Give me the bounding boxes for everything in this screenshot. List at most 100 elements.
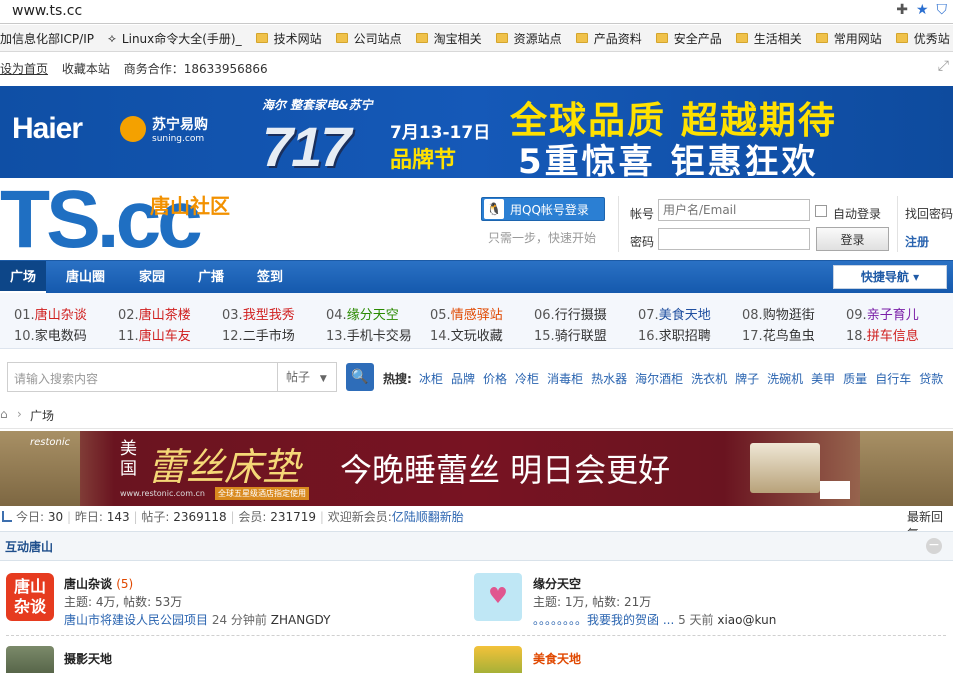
nav-item-home[interactable]: 家园 bbox=[139, 261, 165, 294]
hot-search-link[interactable]: 美甲 bbox=[811, 372, 835, 386]
hot-search-link[interactable]: 自行车 bbox=[875, 372, 911, 386]
tangshan-zatan-icon[interactable]: 唐山 杂谈 bbox=[6, 573, 54, 621]
search-icon: 🔍 bbox=[351, 369, 369, 385]
forum-grid-item[interactable]: 02.唐山茶楼 bbox=[118, 304, 191, 323]
hot-search-link[interactable]: 牌子 bbox=[735, 372, 759, 386]
forum-grid-item[interactable]: 17.花鸟鱼虫 bbox=[742, 325, 815, 344]
forum-name[interactable]: 摄影天地 bbox=[64, 650, 112, 667]
search-button[interactable]: 🔍 bbox=[346, 363, 374, 391]
forum-grid-item[interactable]: 05.情感驿站 bbox=[430, 304, 503, 323]
hot-search-link[interactable]: 冰柜 bbox=[419, 372, 443, 386]
folder-icon bbox=[815, 33, 828, 43]
bookmark-site-link[interactable]: 收藏本站 bbox=[62, 62, 110, 76]
food-icon[interactable] bbox=[474, 646, 522, 673]
set-home-link[interactable]: 设为首页 bbox=[0, 62, 48, 76]
hot-search-link[interactable]: 品牌 bbox=[451, 372, 475, 386]
restonic-brand: restonic bbox=[30, 437, 71, 448]
forum-grid-item[interactable]: 04.缘分天空 bbox=[326, 304, 399, 323]
last-post-user[interactable]: ZHANGDY bbox=[271, 613, 331, 627]
bookmark-folder[interactable]: 资源站点 bbox=[495, 30, 562, 47]
forum-grid-item[interactable]: 15.骑行联盟 bbox=[534, 325, 607, 344]
bookmark-folder[interactable]: 生活相关 bbox=[735, 30, 802, 47]
hot-search-link[interactable]: 质量 bbox=[843, 372, 867, 386]
forum-grid-item[interactable]: 06.行行摄摄 bbox=[534, 304, 607, 323]
hot-search-link[interactable]: 价格 bbox=[483, 372, 507, 386]
forum-grid-item[interactable]: 10.家电数码 bbox=[14, 325, 87, 344]
last-post-title[interactable]: 唐山市将建设人民公园项目 bbox=[64, 613, 208, 627]
restonic-us: 美国 bbox=[120, 439, 137, 479]
nav-item-square[interactable]: 广场 bbox=[0, 261, 46, 294]
search-placeholder: 请输入搜索内容 bbox=[14, 372, 99, 386]
section-title[interactable]: 互动唐山 bbox=[5, 538, 53, 555]
forum-grid-item[interactable]: 01.唐山杂谈 bbox=[14, 304, 87, 323]
hot-search-link[interactable]: 洗碗机 bbox=[767, 372, 803, 386]
bookmark-folder[interactable]: 常用网站 bbox=[815, 30, 882, 47]
forum-stats: 今日: 30 | 昨日: 143 | 帖子: 2369118 | 会员: 231… bbox=[16, 510, 464, 524]
search-type-select[interactable]: 帖子 ▼ bbox=[277, 362, 337, 392]
nav-item-broadcast[interactable]: 广播 bbox=[198, 261, 224, 294]
forum-grid-item[interactable]: 07.美食天地 bbox=[638, 304, 711, 323]
bookmark-folder[interactable]: 公司站点 bbox=[335, 30, 402, 47]
home-icon[interactable]: ⌂ bbox=[0, 407, 8, 421]
forum-name[interactable]: 美食天地 bbox=[533, 650, 581, 667]
last-post-title[interactable]: 。。。。。。。。我要我的贺函 ... bbox=[533, 613, 674, 627]
forum-grid-item[interactable]: 12.二手市场 bbox=[222, 325, 295, 344]
forum-grid-item[interactable]: 13.手机卡交易 bbox=[326, 325, 412, 344]
quick-nav-dropdown[interactable]: 快捷导航 ▾ bbox=[833, 265, 947, 289]
bookmark-folder[interactable]: 安全产品 bbox=[655, 30, 722, 47]
fullscreen-icon[interactable]: ⤢ bbox=[938, 58, 949, 74]
newest-member-link[interactable]: 亿陆顺翻新胎 bbox=[392, 510, 464, 524]
auto-login-checkbox[interactable] bbox=[815, 205, 827, 217]
qq-login-button[interactable]: 🐧 用QQ帐号登录 bbox=[481, 197, 605, 221]
collapse-icon[interactable]: − bbox=[926, 538, 942, 554]
stat-members: 231719 bbox=[270, 510, 317, 524]
register-link[interactable]: 注册 bbox=[905, 233, 929, 250]
promo-headline-2: 5重惊喜 钜惠狂欢 bbox=[518, 142, 819, 178]
url-text[interactable]: www.ts.cc bbox=[12, 3, 82, 19]
love-heart-icon[interactable]: ♥ bbox=[474, 573, 522, 621]
forum-name[interactable]: 唐山杂谈 (5) bbox=[64, 575, 133, 592]
hot-search-link[interactable]: 洗衣机 bbox=[691, 372, 727, 386]
hot-search-link[interactable]: 海尔酒柜 bbox=[635, 372, 683, 386]
restonic-banner-ad[interactable]: restonic 美国 蕾丝床垫 www.restonic.com.cn 全球五… bbox=[0, 431, 953, 506]
haier-banner-ad[interactable]: Haier 苏宁易购 suning.com 海尔 整套家电&苏宁 717 7月13… bbox=[0, 86, 953, 178]
breadcrumb-current[interactable]: 广场 bbox=[30, 407, 54, 424]
forum-grid-item[interactable]: 09.亲子育儿 bbox=[846, 304, 919, 323]
password-input[interactable] bbox=[658, 228, 810, 250]
forum-grid-item[interactable]: 03.我型我秀 bbox=[222, 304, 295, 323]
photographer-icon[interactable] bbox=[6, 646, 54, 673]
username-input[interactable] bbox=[658, 199, 810, 221]
divider bbox=[897, 196, 898, 252]
find-password-link[interactable]: 找回密码 bbox=[905, 205, 953, 222]
top-links: 设为首页 收藏本站 商务合作：18633956866 bbox=[0, 60, 278, 77]
forum-grid-item[interactable]: 18.拼车信息 bbox=[846, 325, 919, 344]
hot-search-link[interactable]: 冷柜 bbox=[515, 372, 539, 386]
bookmark-folder[interactable]: 技术网站 bbox=[255, 30, 322, 47]
folder-icon bbox=[655, 33, 668, 43]
forum-name[interactable]: 缘分天空 bbox=[533, 575, 581, 592]
address-bar[interactable]: www.ts.cc ✚ ★ ⛉ bbox=[0, 0, 953, 24]
last-post-user[interactable]: xiao@kun bbox=[717, 613, 776, 627]
bookmark-item[interactable]: ⟡ Linux命令大全(手册)_ bbox=[108, 30, 242, 47]
hot-search-link[interactable]: 热水器 bbox=[591, 372, 627, 386]
forum-grid-item[interactable]: 08.购物逛街 bbox=[742, 304, 815, 323]
nav-item-checkin[interactable]: 签到 bbox=[257, 261, 283, 294]
bookmark-folder[interactable]: 淘宝相关 bbox=[415, 30, 482, 47]
suning-lion-icon bbox=[120, 116, 146, 142]
forum-grid-item[interactable]: 11.唐山车友 bbox=[118, 325, 191, 344]
shield-icon[interactable]: ⛉ bbox=[937, 2, 948, 18]
nav-item-tangshan-circle[interactable]: 唐山圈 bbox=[66, 261, 105, 294]
auto-login-label[interactable]: 自动登录 bbox=[833, 205, 881, 222]
forum-grid-item[interactable]: 14.文玩收藏 bbox=[430, 325, 503, 344]
hot-search-link[interactable]: 消毒柜 bbox=[547, 372, 583, 386]
bookmark-folder[interactable]: 优秀站 bbox=[895, 30, 950, 47]
hot-search-link[interactable]: 贷款 bbox=[919, 372, 943, 386]
forum-grid-item[interactable]: 16.求职招聘 bbox=[638, 325, 711, 344]
bookmark-item[interactable]: 加信息化部ICP/IP bbox=[0, 30, 94, 47]
forum-meta: 主题: 1万, 帖数: 21万 bbox=[533, 595, 652, 609]
bookmark-folder[interactable]: 产品资料 bbox=[575, 30, 642, 47]
extension-icon[interactable]: ✚ bbox=[896, 2, 908, 18]
restonic-tag: 全球五星级酒店指定使用 bbox=[215, 487, 309, 500]
login-button[interactable]: 登录 bbox=[816, 227, 889, 251]
star-icon[interactable]: ★ bbox=[916, 2, 929, 18]
